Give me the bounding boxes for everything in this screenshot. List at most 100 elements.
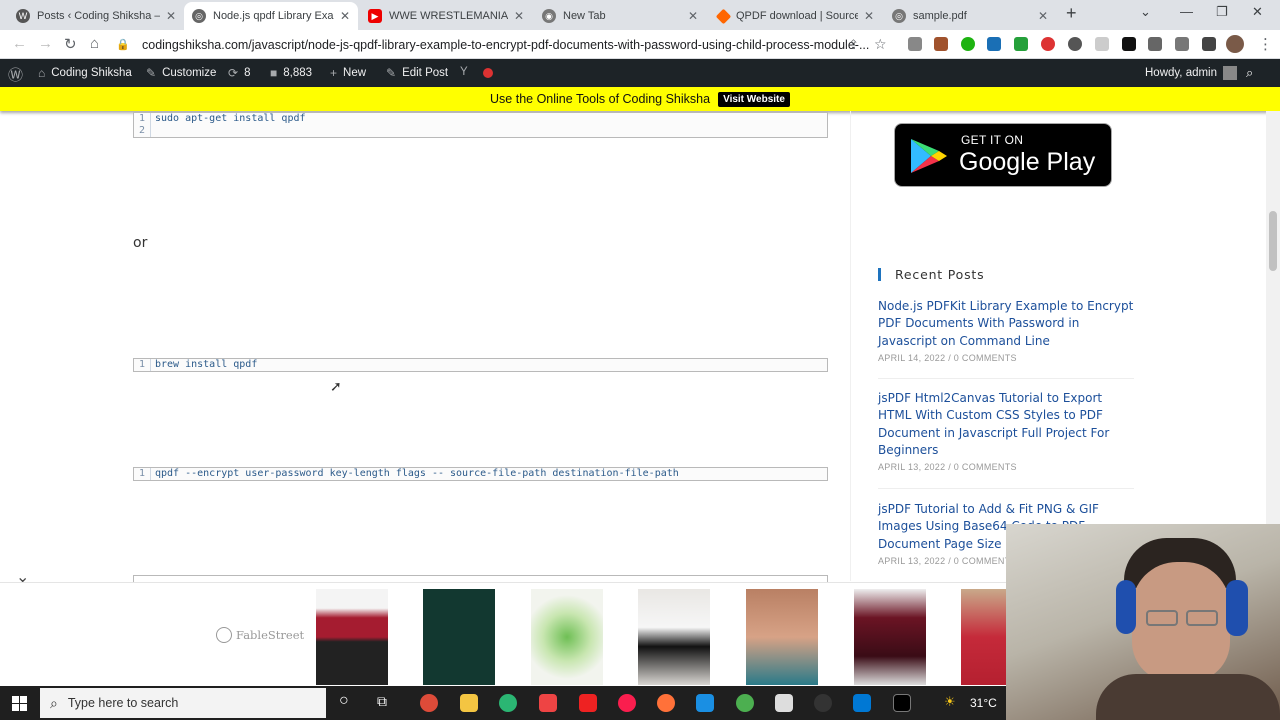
extension-icon[interactable] — [987, 37, 1001, 51]
extension-icon[interactable] — [1041, 37, 1055, 51]
customize-link[interactable]: ✎ Customize — [146, 66, 216, 80]
tab-youtube[interactable]: ▶ WWE WRESTLEMANIA 3 ✕ — [360, 2, 532, 30]
comments-link[interactable]: ■ 8,883 — [270, 66, 312, 80]
recent-post-link[interactable]: jsPDF Html2Canvas Tutorial to Export HTM… — [878, 390, 1134, 459]
ad-product-image[interactable] — [638, 589, 710, 685]
glasses-icon — [1186, 610, 1218, 626]
close-window-icon[interactable]: ✕ — [1252, 4, 1263, 20]
extension-icon[interactable] — [934, 37, 948, 51]
file-explorer-icon[interactable] — [460, 694, 478, 712]
address-bar[interactable]: 🔒 codingshiksha.com/javascript/node-js-q… — [116, 33, 896, 56]
lock-icon: 🔒 — [116, 39, 130, 51]
home-icon: ⌂ — [38, 66, 46, 80]
task-view-icon[interactable]: ⧉ — [377, 693, 387, 710]
new-tab-icon[interactable]: + — [1066, 3, 1077, 24]
recent-post-item: Node.js PDFKit Library Example to Encryp… — [878, 298, 1134, 379]
ad-product-image[interactable] — [746, 589, 818, 685]
brand-logo-icon — [216, 627, 232, 643]
scrollbar-thumb[interactable] — [1269, 211, 1277, 271]
avatar[interactable] — [1226, 35, 1244, 53]
ad-product-image[interactable] — [423, 589, 495, 685]
ad-product-image[interactable] — [854, 589, 926, 685]
bookmark-star-icon[interactable]: ☆ — [874, 36, 887, 53]
temperature-text[interactable]: 31°C — [970, 696, 997, 710]
opera-icon[interactable] — [618, 694, 636, 712]
terminal-icon[interactable] — [893, 694, 911, 712]
edit-post-link[interactable]: ✎ Edit Post — [386, 66, 448, 80]
or-text: or — [133, 235, 148, 251]
playlist-icon[interactable] — [1175, 37, 1189, 51]
plus-icon: + — [330, 66, 338, 80]
tab-posts[interactable]: W Posts ‹ Coding Shiksha — W ✕ — [8, 2, 184, 30]
tab-sample-pdf[interactable]: ◎ sample.pdf ✕ — [884, 2, 1056, 30]
yoast-icon[interactable]: Y — [460, 66, 468, 78]
ad-product-image[interactable] — [316, 589, 388, 685]
taskbar-search-box[interactable]: ⌕ Type here to search — [40, 688, 326, 718]
recent-posts-heading: Recent Posts — [878, 268, 984, 281]
extension-icon[interactable] — [1014, 37, 1028, 51]
chrome-icon[interactable] — [736, 694, 754, 712]
app-icon[interactable] — [696, 694, 714, 712]
close-icon[interactable]: ✕ — [1038, 9, 1048, 23]
vscode-icon[interactable] — [853, 694, 871, 712]
page-scrollbar[interactable] — [1266, 111, 1280, 582]
search-icon[interactable]: ⌕ — [1246, 65, 1253, 81]
glasses-icon — [1146, 610, 1178, 626]
headphone-icon — [1226, 580, 1248, 636]
ad-product-image[interactable] — [531, 589, 603, 685]
puzzle-icon[interactable] — [1148, 37, 1162, 51]
recent-post-link[interactable]: Node.js PDFKit Library Example to Encryp… — [878, 298, 1134, 350]
menu-dots-icon[interactable]: ⋮ — [1258, 35, 1273, 53]
7zip-icon[interactable] — [775, 694, 793, 712]
chrome-icon: ◉ — [542, 9, 556, 23]
extension-icon[interactable] — [1095, 37, 1109, 51]
extension-icon[interactable] — [908, 37, 922, 51]
globe-icon: ◎ — [192, 9, 206, 23]
close-icon[interactable]: ✕ — [340, 9, 350, 23]
firefox-icon[interactable] — [657, 694, 675, 712]
new-content-link[interactable]: + New — [330, 66, 366, 80]
ad-brand-logo: FableStreet — [216, 627, 304, 643]
promo-notice: Use the Online Tools of Coding Shiksha V… — [0, 87, 1280, 111]
updates-link[interactable]: ⟳ 8 — [228, 66, 250, 80]
chevron-down-icon[interactable]: ⌄ — [1140, 4, 1151, 20]
webcam-shirt — [1096, 674, 1280, 720]
cortana-icon[interactable]: ○ — [339, 692, 349, 710]
site-name-link[interactable]: ⌂ Coding Shiksha — [38, 66, 132, 80]
wordpress-icon[interactable]: Ⓦ — [8, 64, 23, 85]
vivaldi-icon[interactable] — [579, 694, 597, 712]
home-icon[interactable]: ⌂ — [90, 35, 99, 52]
tab-sourceforge[interactable]: QPDF download | SourceFo ✕ — [710, 2, 882, 30]
chevron-down-icon[interactable]: ⌄ — [16, 567, 29, 587]
close-icon[interactable]: ✕ — [688, 9, 698, 23]
account-menu[interactable]: Howdy, admin — [1145, 66, 1238, 80]
tab-qpdf[interactable]: ◎ Node.js qpdf Library Examp ✕ — [184, 2, 358, 30]
browser-toolbar: ← → ↻ ⌂ 🔒 codingshiksha.com/javascript/n… — [0, 30, 1280, 59]
chrome-icon[interactable] — [420, 694, 438, 712]
share-icon[interactable]: ⇪ — [848, 37, 859, 53]
recent-post-item: jsPDF Html2Canvas Tutorial to Export HTM… — [878, 390, 1134, 489]
extension-icon[interactable] — [1122, 37, 1136, 51]
close-icon[interactable]: ✕ — [514, 9, 524, 23]
restore-icon[interactable]: ❐ — [1216, 4, 1228, 20]
close-icon[interactable]: ✕ — [166, 9, 176, 23]
app-icon[interactable] — [499, 694, 517, 712]
ad-product-image[interactable] — [961, 589, 1006, 685]
side-panel-icon[interactable] — [1202, 37, 1216, 51]
minimize-icon[interactable]: — — [1180, 4, 1193, 19]
code-block-apt: 1 sudo apt-get install qpdf 2 — [133, 112, 828, 138]
google-play-badge[interactable]: GET IT ON Google Play — [894, 123, 1112, 187]
back-icon[interactable]: ← — [12, 35, 27, 52]
extension-icon[interactable] — [1068, 37, 1082, 51]
reload-icon[interactable]: ↻ — [64, 35, 77, 53]
forward-icon[interactable]: → — [38, 35, 53, 52]
close-icon[interactable]: ✕ — [864, 9, 874, 23]
windows-start-icon[interactable] — [12, 696, 27, 711]
app-icon[interactable] — [539, 694, 557, 712]
seo-status-icon[interactable] — [483, 68, 493, 78]
weather-icon[interactable]: ☀ — [944, 694, 956, 710]
app-icon[interactable] — [814, 694, 832, 712]
extension-icon[interactable] — [961, 37, 975, 51]
visit-website-button[interactable]: Visit Website — [718, 91, 790, 107]
tab-new[interactable]: ◉ New Tab ✕ — [534, 2, 706, 30]
